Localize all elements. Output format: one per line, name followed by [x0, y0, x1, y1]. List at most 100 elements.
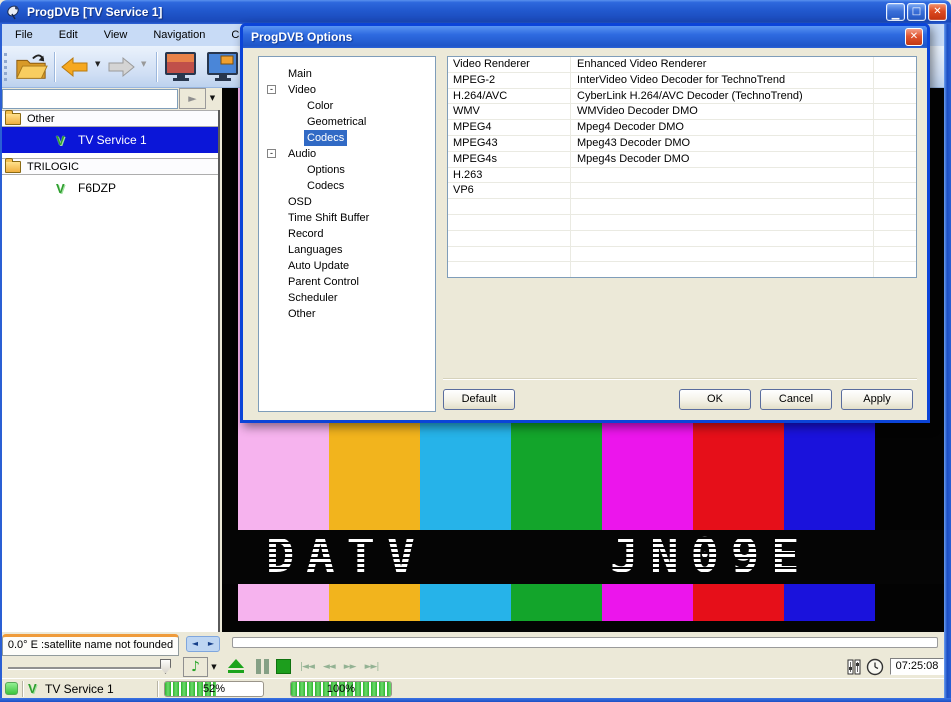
current-channel-label: TV Service 1: [45, 679, 114, 699]
codec-row[interactable]: H.263: [448, 168, 916, 184]
menu-item-navigation[interactable]: Navigation: [140, 24, 218, 46]
tree-item[interactable]: Color: [259, 98, 435, 114]
tree-item[interactable]: Parent Control: [259, 274, 435, 290]
channel-item[interactable]: VTV Service 1: [0, 127, 218, 153]
windowed-tv-button[interactable]: [204, 49, 242, 85]
seek-bar[interactable]: [232, 637, 938, 648]
quality-percent-label: 100%: [291, 682, 391, 696]
channel-search-input[interactable]: [2, 89, 178, 109]
maximize-button[interactable]: □: [907, 3, 926, 21]
codec-row-empty[interactable]: [448, 247, 916, 263]
eject-button[interactable]: [228, 659, 244, 674]
codec-row[interactable]: MPEG4Mpeg4 Decoder DMO: [448, 120, 916, 136]
codec-decoder-cell: [571, 183, 874, 198]
codec-extra-cell: [874, 120, 916, 135]
ok-button[interactable]: OK: [679, 389, 751, 410]
codec-row[interactable]: WMVWMVideo Decoder DMO: [448, 104, 916, 120]
audio-track-dropdown-icon[interactable]: ▼: [208, 657, 220, 677]
tree-item[interactable]: Time Shift Buffer: [259, 210, 435, 226]
codec-row[interactable]: MPEG-2InterVideo Video Decoder for Techn…: [448, 73, 916, 89]
codec-row[interactable]: VP6: [448, 183, 916, 199]
codec-row-empty[interactable]: [448, 215, 916, 231]
codec-row-empty[interactable]: [448, 199, 916, 215]
play-channel-button[interactable]: ►: [179, 88, 206, 109]
video-overlay-text-left: DATV: [266, 532, 427, 582]
codec-extra-cell: [874, 73, 916, 88]
tree-item[interactable]: Auto Update: [259, 258, 435, 274]
title-bar[interactable]: ProgDVB [TV Service 1] ▁ □ ✕: [0, 0, 951, 24]
stop-button[interactable]: [276, 659, 291, 674]
expand-toggle-icon[interactable]: -: [267, 85, 276, 94]
volume-slider-thumb[interactable]: [160, 659, 171, 674]
mixer-icon[interactable]: [846, 659, 862, 675]
open-folder-icon: [14, 52, 48, 82]
tree-item-label: Geometrical: [307, 114, 366, 130]
channel-group-header[interactable]: TRILOGIC: [0, 158, 218, 175]
expand-toggle-icon[interactable]: -: [267, 149, 276, 158]
channel-v-icon: V: [28, 682, 41, 695]
tab-scroll-left-button[interactable]: ◄: [187, 637, 203, 651]
codec-format-cell: MPEG43: [448, 136, 571, 151]
default-button[interactable]: Default: [443, 389, 515, 410]
tree-item[interactable]: Record: [259, 226, 435, 242]
menu-item-edit[interactable]: Edit: [46, 24, 91, 46]
menu-item-file[interactable]: File: [2, 24, 46, 46]
tree-item[interactable]: Scheduler: [259, 290, 435, 306]
channel-item[interactable]: VF6DZP: [0, 175, 218, 201]
codec-row[interactable]: MPEG4sMpeg4s Decoder DMO: [448, 152, 916, 168]
codec-format-cell: MPEG4: [448, 120, 571, 135]
tree-item[interactable]: Codecs: [259, 178, 435, 194]
tree-item-label: Record: [288, 226, 323, 242]
audio-track-button[interactable]: ♪: [183, 657, 208, 677]
back-dropdown-icon[interactable]: ▼: [95, 60, 100, 68]
tree-item[interactable]: Other: [259, 306, 435, 322]
codec-row[interactable]: MPEG43Mpeg43 Decoder DMO: [448, 136, 916, 152]
tree-item[interactable]: Geometrical: [259, 114, 435, 130]
tree-item[interactable]: Main: [259, 66, 435, 82]
close-button[interactable]: ✕: [928, 3, 947, 21]
tree-item-label: OSD: [288, 194, 312, 210]
tree-item[interactable]: OSD: [259, 194, 435, 210]
codec-row[interactable]: Video RendererEnhanced Video Renderer: [448, 57, 916, 73]
cancel-button[interactable]: Cancel: [760, 389, 832, 410]
back-button[interactable]: [58, 49, 92, 85]
forward-dropdown-icon[interactable]: ▼: [141, 60, 146, 68]
apply-button[interactable]: Apply: [841, 389, 913, 410]
satellite-tab[interactable]: 0.0° E :satellite name not founded: [2, 634, 179, 656]
search-dropdown-icon[interactable]: ▼: [206, 88, 219, 109]
skip-start-button[interactable]: |◄◄: [300, 662, 314, 672]
tab-scroll-right-button[interactable]: ►: [203, 637, 219, 651]
tree-item[interactable]: Languages: [259, 242, 435, 258]
forward-button[interactable]: [104, 49, 138, 85]
codec-decoder-cell: Mpeg4 Decoder DMO: [571, 120, 874, 135]
open-channel-list-button[interactable]: [12, 49, 50, 85]
tree-item[interactable]: Codecs: [259, 130, 435, 146]
menu-item-view[interactable]: View: [91, 24, 141, 46]
dialog-title-bar[interactable]: ProgDVB Options: [243, 26, 927, 48]
tree-item[interactable]: Options: [259, 162, 435, 178]
pause-button[interactable]: [256, 659, 269, 674]
statusbar-divider: [157, 681, 159, 697]
codec-row-empty[interactable]: [448, 262, 916, 278]
volume-slider[interactable]: [8, 667, 166, 669]
video-overlay-text-right: JN09E: [610, 532, 811, 582]
clock-icon[interactable]: [866, 658, 884, 676]
codec-extra-cell: [874, 152, 916, 167]
skip-end-button[interactable]: ►►|: [365, 662, 379, 672]
codec-row[interactable]: H.264/AVCCyberLink H.264/AVC Decoder (Te…: [448, 89, 916, 105]
tree-item-label: Video: [288, 82, 316, 98]
fast-forward-button[interactable]: ►►: [344, 662, 356, 672]
minimize-button[interactable]: ▁: [886, 3, 905, 21]
rewind-button[interactable]: ◄◄: [323, 662, 335, 672]
tree-item[interactable]: -Audio: [259, 146, 435, 162]
dialog-close-button[interactable]: ✕: [905, 28, 923, 46]
channel-group-header[interactable]: Other: [0, 110, 218, 127]
eject-icon: [228, 659, 244, 668]
fullscreen-tv-button[interactable]: [162, 49, 200, 85]
codec-row-empty[interactable]: [448, 231, 916, 247]
tree-item[interactable]: - Video: [259, 82, 435, 98]
codec-format-cell: Video Renderer: [448, 57, 571, 72]
progdvb-app-icon: [6, 4, 22, 20]
tree-item-label: Other: [288, 306, 316, 322]
toolbar-grip[interactable]: [4, 53, 7, 81]
